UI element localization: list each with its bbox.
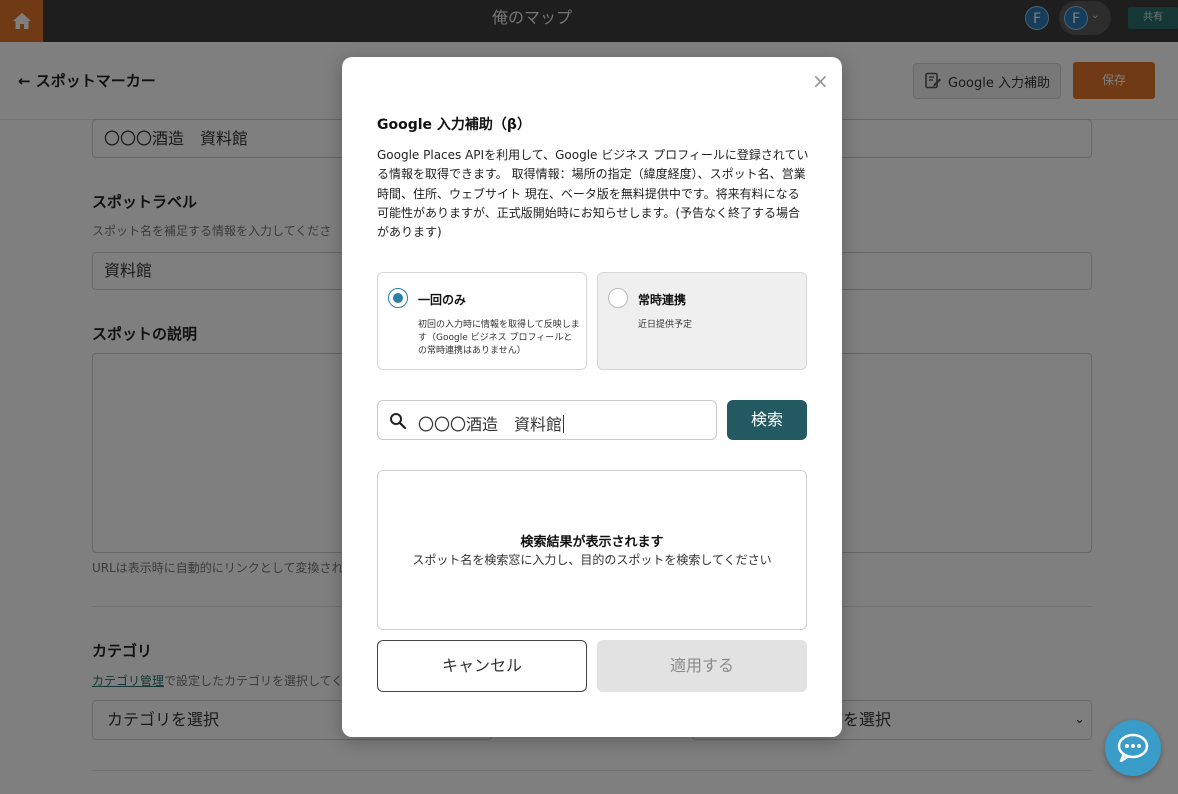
option-once-desc: 初回の入力時に情報を取得して反映します（Google ビジネス プロフィールとの… xyxy=(418,320,580,356)
text-caret xyxy=(563,415,565,433)
dialog-description: Google Places APIを利用して、Google ビジネス プロフィー… xyxy=(377,148,809,240)
close-icon[interactable]: × xyxy=(812,69,829,93)
option-continuous: 常時連携 近日提供予定 xyxy=(597,272,807,370)
google-assist-dialog: × Google 入力補助（β） Google Places APIを利用して、… xyxy=(342,57,842,737)
option-continuous-title: 常時連携 xyxy=(638,293,687,307)
search-icon xyxy=(390,413,407,430)
radio-continuous xyxy=(608,288,628,308)
cancel-button[interactable]: キャンセル xyxy=(377,640,587,692)
dialog-title: Google 入力補助（β） xyxy=(377,117,531,133)
place-search-input[interactable]: 〇〇〇酒造 資料館 xyxy=(377,400,717,440)
chat-icon xyxy=(1117,733,1149,763)
option-continuous-desc: 近日提供予定 xyxy=(638,320,693,330)
option-once[interactable]: 一回のみ 初回の入力時に情報を取得して反映します（Google ビジネス プロフ… xyxy=(377,272,587,370)
option-once-title: 一回のみ xyxy=(418,293,467,307)
results-placeholder-title: 検索結果が表示されます xyxy=(520,535,664,550)
apply-button: 適用する xyxy=(597,640,807,692)
search-value: 〇〇〇酒造 資料館 xyxy=(418,411,565,435)
radio-once[interactable] xyxy=(388,288,408,308)
search-value-text: 〇〇〇酒造 資料館 xyxy=(418,415,563,434)
search-results: 検索結果が表示されます スポット名を検索窓に入力し、目的のスポットを検索してくだ… xyxy=(377,470,807,630)
results-placeholder-sub: スポット名を検索窓に入力し、目的のスポットを検索してください xyxy=(412,553,772,567)
chat-button[interactable] xyxy=(1105,720,1161,776)
search-button[interactable]: 検索 xyxy=(727,400,807,440)
